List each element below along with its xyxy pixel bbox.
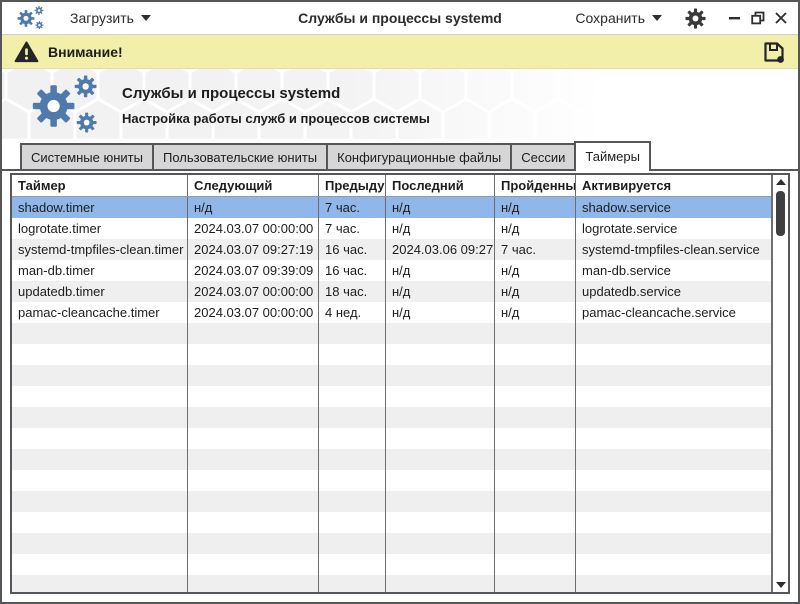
table-cell: 2024.03.07 09:27:19 (188, 239, 319, 260)
table-cell: man-db.service (576, 260, 771, 281)
table-cell: systemd-tmpfiles-clean.timer (12, 239, 188, 260)
close-button[interactable] (774, 11, 788, 25)
table-cell: 7 час. (319, 218, 386, 239)
table-cell: 7 час. (319, 197, 386, 218)
table-cell: н/д (386, 197, 495, 218)
scroll-up-button[interactable] (773, 175, 788, 189)
tab-label: Конфигурационные файлы (337, 150, 501, 165)
table-row[interactable]: systemd-tmpfiles-clean.timer 2024.03.07 … (12, 239, 771, 260)
app-logo-gears-icon (14, 5, 48, 31)
tab-Конфигурационные файлы[interactable]: Конфигурационные файлы (326, 143, 512, 171)
table-cell: systemd-tmpfiles-clean.service (576, 239, 771, 260)
vertical-scrollbar[interactable] (771, 175, 788, 592)
arrow-up-icon (776, 179, 786, 185)
table-cell: 4 нед. (319, 302, 386, 323)
table-cell: н/д (386, 302, 495, 323)
chevron-down-icon (652, 15, 662, 21)
table-cell: logrotate.service (576, 218, 771, 239)
save-button-label: Сохранить (575, 10, 645, 26)
tab-bar: Системные юниты Пользовательские юниты Кон… (2, 141, 798, 171)
table-cell: н/д (495, 302, 576, 323)
save-button[interactable]: Сохранить (567, 6, 670, 30)
tab-Системные юниты[interactable]: Системные юниты (20, 143, 154, 171)
scroll-down-button[interactable] (773, 578, 788, 592)
column-header[interactable]: Следующий (188, 175, 319, 196)
table-body: shadow.timer н/д 7 час. н/д н/д shadow.s… (12, 197, 771, 323)
arrow-down-icon (776, 582, 786, 588)
column-header[interactable]: Предыдущий (319, 175, 386, 196)
timers-table: ТаймерСледующийПредыдущийПоследнийПройде… (10, 173, 790, 594)
warning-bar: Внимание! (2, 35, 798, 69)
page-header: Службы и процессы systemd Настройка рабо… (2, 69, 798, 141)
page-subtitle: Настройка работы служб и процессов систе… (122, 111, 430, 126)
table-cell: н/д (495, 281, 576, 302)
warning-triangle-icon (14, 41, 39, 63)
tab-label: Сессии (521, 150, 565, 165)
table-cell: 2024.03.07 09:39:09 (188, 260, 319, 281)
table-cell: pamac-cleancache.service (576, 302, 771, 323)
table-cell: н/д (386, 218, 495, 239)
table-row[interactable]: shadow.timer н/д 7 час. н/д н/д shadow.s… (12, 197, 771, 218)
load-button-label: Загрузить (70, 10, 134, 26)
table-cell: shadow.service (576, 197, 771, 218)
table-cell: updatedb.service (576, 281, 771, 302)
table-cell: 16 час. (319, 239, 386, 260)
table-cell: 2024.03.07 00:00:00 (188, 218, 319, 239)
table-empty-area (12, 323, 771, 592)
table-header-row: ТаймерСледующийПредыдущийПоследнийПройде… (12, 175, 771, 197)
tab-label: Таймеры (585, 149, 640, 164)
table-cell: 2024.03.07 00:00:00 (188, 281, 319, 302)
tab-Таймеры[interactable]: Таймеры (574, 141, 651, 171)
table-row[interactable]: updatedb.timer 2024.03.07 00:00:00 18 ча… (12, 281, 771, 302)
table-cell: н/д (495, 197, 576, 218)
maximize-button[interactable] (751, 11, 765, 25)
table-cell: 18 час. (319, 281, 386, 302)
table-cell: 2024.03.07 00:00:00 (188, 302, 319, 323)
column-header[interactable]: Активируется (576, 175, 771, 196)
table-cell: н/д (386, 260, 495, 281)
scrollbar-thumb[interactable] (776, 191, 785, 236)
table-cell: н/д (386, 281, 495, 302)
table-cell: н/д (495, 260, 576, 281)
table-cell: man-db.timer (12, 260, 188, 281)
table-row[interactable]: logrotate.timer 2024.03.07 00:00:00 7 ча… (12, 218, 771, 239)
gear-icon (685, 8, 706, 29)
page-title: Службы и процессы systemd (122, 85, 430, 102)
table-cell: shadow.timer (12, 197, 188, 218)
tab-label: Пользовательские юниты (163, 150, 317, 165)
table-cell: н/д (495, 218, 576, 239)
tab-label: Системные юниты (31, 150, 143, 165)
warning-text: Внимание! (48, 44, 123, 60)
table-cell: н/д (188, 197, 319, 218)
minimize-button[interactable] (728, 11, 742, 25)
chevron-down-icon (141, 15, 151, 21)
tab-content: ТаймерСледующийПредыдущийПоследнийПройде… (2, 171, 798, 602)
table-cell: 16 час. (319, 260, 386, 281)
table-cell: updatedb.timer (12, 281, 188, 302)
table-cell: pamac-cleancache.timer (12, 302, 188, 323)
table-row[interactable]: man-db.timer 2024.03.07 09:39:09 16 час.… (12, 260, 771, 281)
load-button[interactable]: Загрузить (62, 6, 159, 30)
title-bar: Загрузить Службы и процессы systemd Сохр… (2, 2, 798, 35)
column-header[interactable]: Пройденный (495, 175, 576, 196)
column-header[interactable]: Таймер (12, 175, 188, 196)
table-row[interactable]: pamac-cleancache.timer 2024.03.07 00:00:… (12, 302, 771, 323)
app-logo-gears-icon (26, 73, 106, 137)
tab-Пользовательские юниты[interactable]: Пользовательские юниты (152, 143, 328, 171)
settings-button[interactable] (684, 7, 706, 29)
table-cell: logrotate.timer (12, 218, 188, 239)
tab-Сессии[interactable]: Сессии (510, 143, 576, 171)
table-cell: 2024.03.06 09:27:19 (386, 239, 495, 260)
floppy-disk-save-icon[interactable] (762, 40, 786, 64)
column-header[interactable]: Последний (386, 175, 495, 196)
table-cell: 7 час. (495, 239, 576, 260)
